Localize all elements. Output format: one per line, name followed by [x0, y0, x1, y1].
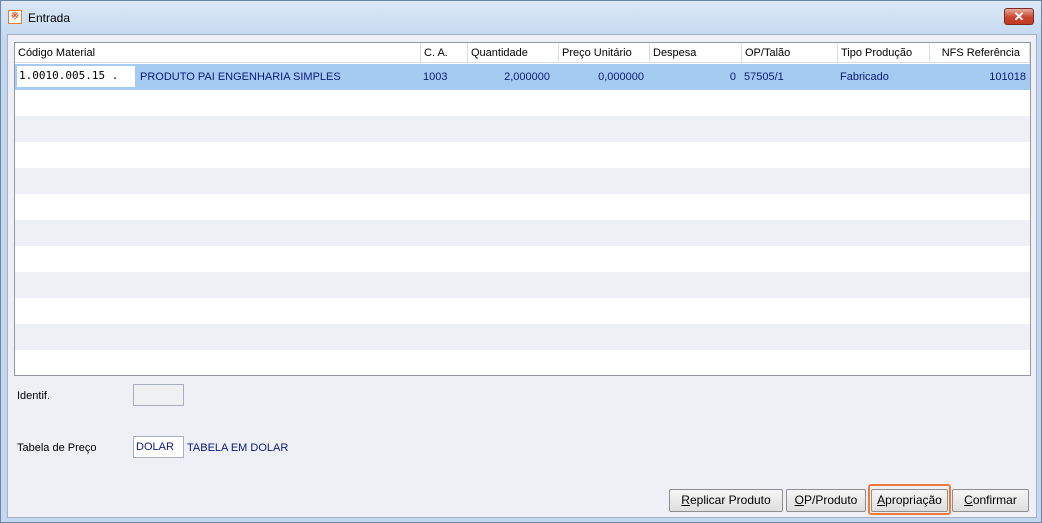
codigo-material-input[interactable]: 1.0010.005.15 .: [17, 66, 135, 87]
preco-unitario-cell: 0,000000: [598, 71, 644, 83]
tabela-de-preco-label: Tabela de Preço: [17, 442, 97, 454]
table-row[interactable]: [15, 142, 1030, 168]
replicar-label: eplicar Produto: [689, 493, 771, 507]
app-logo-icon: ※: [8, 10, 22, 24]
table-row[interactable]: [15, 90, 1030, 116]
op-produto-label: P/Produto: [803, 493, 858, 507]
confirmar-button[interactable]: Confirmar: [952, 489, 1029, 512]
ca-cell: 1003: [423, 71, 448, 83]
items-grid[interactable]: Código Material C. A. Quantidade Preço U…: [14, 42, 1031, 376]
client-area: Código Material C. A. Quantidade Preço U…: [7, 34, 1037, 518]
window-title: Entrada: [28, 11, 71, 25]
column-header-despesa[interactable]: Despesa: [650, 43, 742, 63]
op-talao-cell: 57505/1: [744, 71, 784, 83]
table-row[interactable]: [15, 324, 1030, 350]
apropriacao-button[interactable]: Apropriação: [871, 489, 948, 512]
tipo-producao-cell: Fabricado: [840, 71, 889, 83]
identif-label: Identif.: [17, 390, 51, 402]
table-row[interactable]: [15, 194, 1030, 220]
apropriacao-label: propriação: [885, 493, 942, 507]
column-header-codigo-material[interactable]: Código Material: [15, 43, 421, 63]
replicar-mnemonic: R: [681, 493, 690, 507]
grid-header: Código Material C. A. Quantidade Preço U…: [15, 43, 1030, 63]
column-header-nfs-referencia[interactable]: NFS Referência: [930, 43, 1030, 63]
title-bar[interactable]: ※ Entrada ✕: [1, 1, 1041, 35]
table-row[interactable]: 1.0010.005.15 . PRODUTO PAI ENGENHARIA S…: [15, 64, 1030, 90]
table-row[interactable]: [15, 168, 1030, 194]
close-button[interactable]: ✕: [1004, 8, 1034, 25]
column-header-op-talao[interactable]: OP/Talão: [742, 43, 838, 63]
table-row[interactable]: [15, 350, 1030, 375]
entrada-window: ※ Entrada ✕ Código Material C. A. Quanti…: [0, 0, 1042, 523]
table-row[interactable]: [15, 246, 1030, 272]
table-row[interactable]: [15, 272, 1030, 298]
tabela-de-preco-field[interactable]: DOLAR: [133, 436, 184, 458]
column-header-preco-unitario[interactable]: Preço Unitário: [559, 43, 650, 63]
identif-field[interactable]: [133, 384, 184, 406]
confirmar-label: onfirmar: [972, 493, 1017, 507]
descricao-cell: PRODUTO PAI ENGENHARIA SIMPLES: [140, 71, 341, 83]
despesa-cell: 0: [729, 71, 736, 83]
table-row[interactable]: [15, 220, 1030, 246]
column-header-tipo-producao[interactable]: Tipo Produção: [838, 43, 930, 63]
nfs-referencia-cell: 101018: [989, 71, 1026, 83]
column-header-ca[interactable]: C. A.: [421, 43, 468, 63]
table-row[interactable]: [15, 298, 1030, 324]
confirmar-mnemonic: C: [964, 493, 973, 507]
tabela-de-preco-description: TABELA EM DOLAR: [187, 442, 289, 454]
close-icon: ✕: [1013, 9, 1025, 24]
apropriacao-mnemonic: A: [877, 493, 886, 507]
replicar-produto-button[interactable]: Replicar Produto: [669, 489, 783, 512]
column-header-quantidade[interactable]: Quantidade: [468, 43, 559, 63]
op-produto-mnemonic: O: [794, 493, 804, 507]
table-row[interactable]: [15, 116, 1030, 142]
quantidade-cell: 2,000000: [504, 71, 550, 83]
op-produto-button[interactable]: OP/Produto: [786, 489, 866, 512]
